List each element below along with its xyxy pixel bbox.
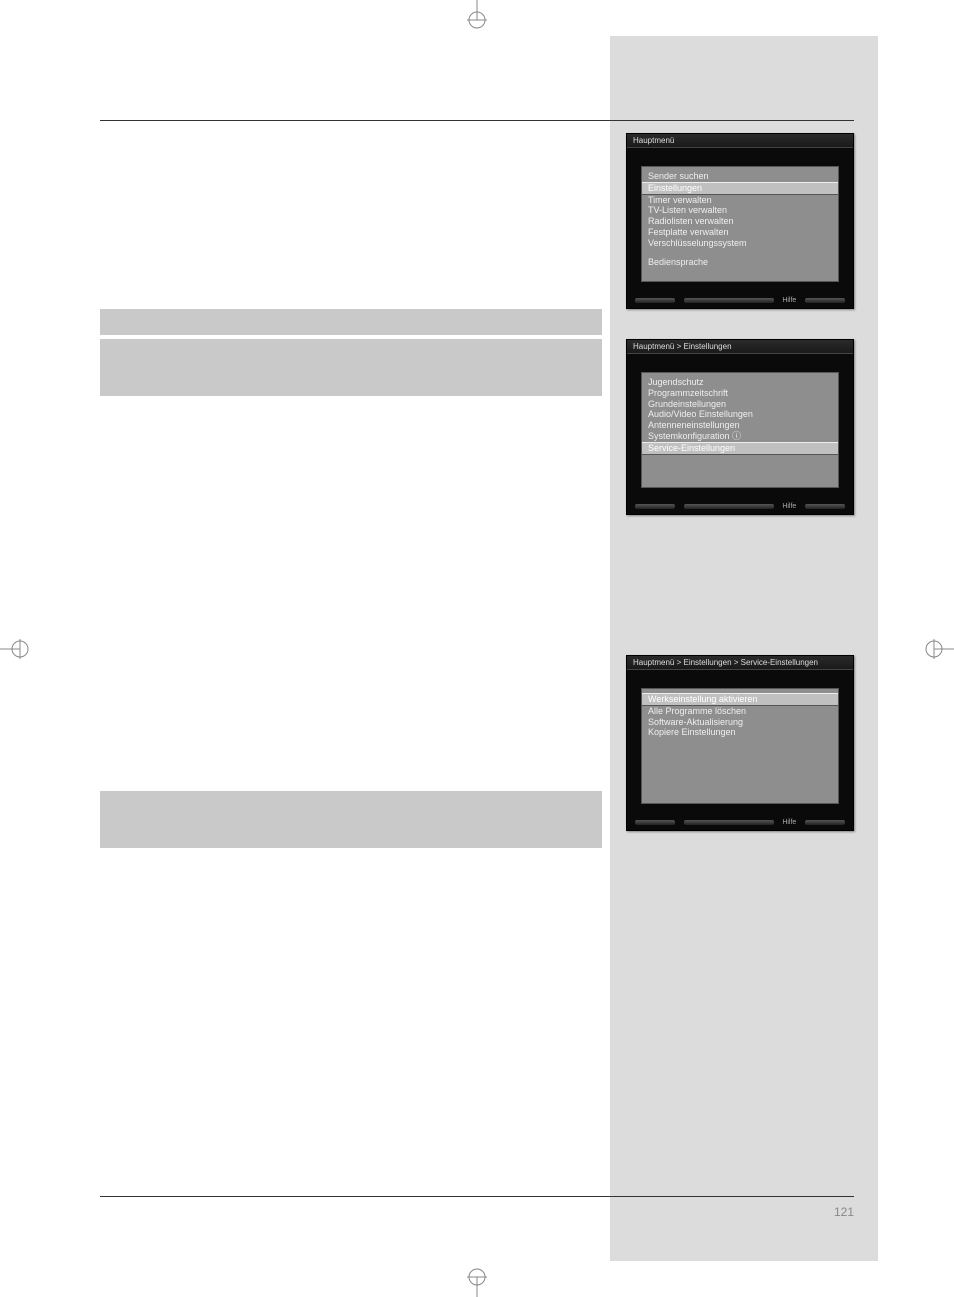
- step-confirm-ok-1: > Bestätigen Sie mit OK.: [100, 400, 602, 419]
- main-column: 11.6 Service-Einstellungen Sie können je…: [100, 133, 610, 1214]
- step-bullet: >: [108, 347, 122, 383]
- crop-mark-right-icon: [924, 629, 954, 669]
- after-step3: Es erscheint das Untermenü Einstellungen…: [100, 432, 602, 451]
- sub2-text: Durch diese Funktion werden die Programm…: [100, 1017, 602, 1036]
- footer-pill-icon: [805, 820, 845, 825]
- footer-pill-icon: [805, 298, 845, 303]
- tv-menu-body: Werkseinstellung aktivierenAlle Programm…: [641, 688, 839, 804]
- step-confirm-ok-3: > Bestätigen Sie mit OK.: [100, 852, 602, 871]
- footer-rule: [100, 1196, 854, 1197]
- after-step11: Es erscheint die Meldung „Wirklich alle …: [100, 1116, 602, 1135]
- crop-mark-bottom-icon: [457, 1267, 497, 1297]
- tv-menu-item: Radiolisten verwalten: [648, 216, 832, 227]
- tv-menu-item: Verschlüsselungssystem: [648, 238, 832, 249]
- step-mark-service: > Markieren Sie nun die Menüzeile Servic…: [100, 465, 602, 503]
- tv-menu-body: Sender suchenEinstellungenTimer verwalte…: [641, 166, 839, 282]
- intro-paragraph: Sie können jederzeit wieder zur Werksein…: [100, 182, 602, 295]
- tv-menu-item: Timer verwalten: [648, 195, 832, 206]
- step-mark-alle-loeschen: > Markieren Sie mit Hilfe der Pfeiltaste…: [100, 1050, 602, 1069]
- tv-menu-item: Festplatte verwalten: [648, 227, 832, 238]
- footer-pill-icon: [684, 504, 774, 509]
- tv-menu-item: Antenneneinstellungen: [648, 420, 832, 431]
- tv-footer: Hilfe: [627, 498, 853, 514]
- crop-mark-left-icon: [0, 629, 30, 669]
- tv-menu-item: Programmzeitschrift: [648, 388, 832, 399]
- after-step7: Es erscheint die Meldung „Werkseinstellu…: [100, 884, 602, 903]
- section-number: 11.6: [100, 151, 146, 172]
- step-confirm-ok-2: > Bestätigen Sie mit OK.: [100, 517, 602, 536]
- tv-menu-item: Systemkonfiguration ⓘ: [648, 431, 832, 442]
- tv-footer: Hilfe: [627, 814, 853, 830]
- tv-screenshot-hauptmenu: Hauptmenü Sender suchenEinstellungenTime…: [626, 133, 854, 309]
- step-confirm-ok-5: > Bestätigen Sie mit OK.: [100, 1083, 602, 1102]
- section-title: Service-Einstellungen: [151, 151, 339, 171]
- step-select-einstellungen: > Wählen Sie die Zeile Einstellungen, in…: [100, 339, 602, 395]
- tv-menu-item: Alle Programme löschen: [648, 706, 832, 717]
- footer-pill-icon: [635, 820, 675, 825]
- page-number: 121: [834, 1205, 854, 1219]
- tv-menu-item: Software-Aktualisierung: [648, 717, 832, 728]
- tv-screenshot-service: Hauptmenü > Einstellungen > Service-Eins…: [626, 655, 854, 831]
- help-label: Hilfe: [782, 297, 796, 304]
- tv-menu-item: Werkseinstellung aktivieren: [642, 693, 838, 706]
- step-mark-werkseinstellung: > Markieren Sie mit Hilfe der Pfeiltaste…: [100, 791, 602, 847]
- step-ja-nein-1: > Markieren Sie mit den Pfeiltasten link…: [100, 917, 602, 936]
- step-text: Rufen Sie mit der Taste Menü das Hauptme…: [130, 313, 422, 331]
- footer-pill-icon: [805, 504, 845, 509]
- step-text-line1: Wählen Sie die Zeile Einstellungen, inde…: [130, 348, 481, 363]
- tv-header: Hauptmenü: [627, 134, 853, 148]
- tv-menu-item: TV-Listen verwalten: [648, 205, 832, 216]
- crop-mark-top-icon: [457, 0, 497, 30]
- step-confirm-ok-4: > Bestätigen Sie die Eingabe mit OK.: [100, 950, 602, 969]
- step-ja-nein-2: > Markieren Sie mit den Pfeiltasten link…: [100, 1148, 602, 1167]
- step-open-menu: > Rufen Sie mit der Taste Menü das Haupt…: [100, 309, 602, 335]
- subheading-werkseinstellung: 11.6.1 Werkseinstellung aktivieren: [100, 695, 602, 713]
- footer-pill-icon: [684, 820, 774, 825]
- tv-header: Hauptmenü > Einstellungen: [627, 340, 853, 354]
- tv-screenshot-einstellungen: Hauptmenü > Einstellungen JugendschutzPr…: [626, 339, 854, 515]
- tv-menu-item: Grundeinstellungen: [648, 399, 832, 410]
- step-text-line2: der Pfeiltasten auf/ab markieren.: [130, 366, 318, 381]
- tv-footer: Hilfe: [627, 292, 853, 308]
- step-bullet: >: [108, 313, 122, 331]
- tv-menu-item: Einstellungen: [642, 182, 838, 195]
- tv-menu-item: Sender suchen: [648, 171, 832, 182]
- tv-menu-item: Kopiere Einstellungen: [648, 727, 832, 738]
- tv-menu-body: JugendschutzProgrammzeitschriftGrundeins…: [641, 372, 839, 488]
- help-label: Hilfe: [782, 819, 796, 826]
- footer-pill-icon: [635, 298, 675, 303]
- step-confirm-ok-6: > Bestätigen Sie die Eingabe mit OK.: [100, 1181, 602, 1200]
- header-rule: [100, 120, 854, 121]
- footer-pill-icon: [635, 504, 675, 509]
- tv-menu-item: Audio/Video Einstellungen: [648, 409, 832, 420]
- after-step5: Es erscheint das Untermenü Service-Einst…: [100, 550, 602, 569]
- tv-header: Hauptmenü > Einstellungen > Service-Eins…: [627, 656, 853, 670]
- sub1-text: Nach Aufruf dieser Funktion wird wieder …: [100, 721, 602, 778]
- tv-menu-item: Jugendschutz: [648, 377, 832, 388]
- help-label: Hilfe: [782, 503, 796, 510]
- tv-menu-item: Service-Einstellungen: [642, 442, 838, 455]
- tv-menu-item: Bediensprache: [648, 257, 832, 268]
- subheading-alle-loeschen: 11.6.2 Alle Programme löschen: [100, 991, 602, 1009]
- sidebar-column: Hauptmenü Sender suchenEinstellungenTime…: [626, 133, 854, 1214]
- section-heading: 11.6 Service-Einstellungen: [100, 151, 602, 172]
- page-title: Einstellungen: [100, 72, 854, 96]
- footer-pill-icon: [684, 298, 774, 303]
